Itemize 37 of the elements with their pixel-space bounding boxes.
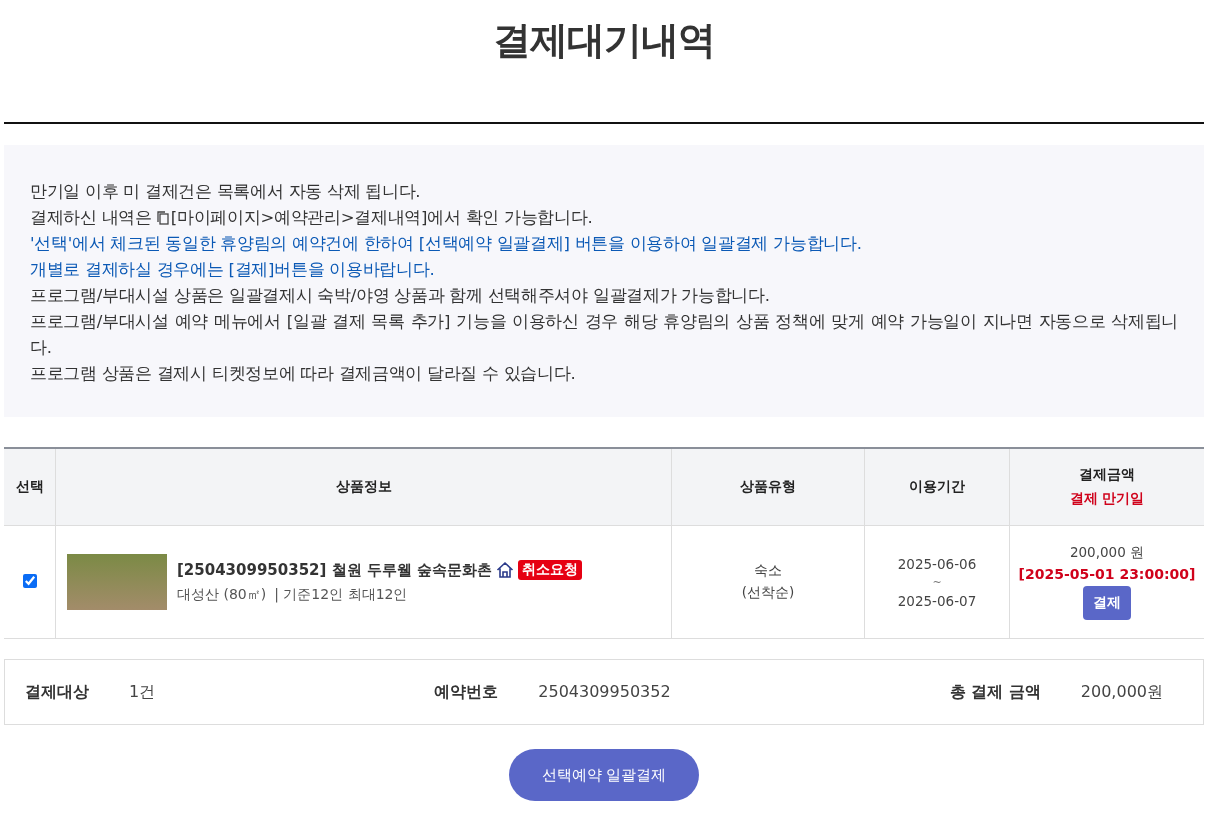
header-label: 결제금액 xyxy=(1078,466,1136,484)
summary-value: 1건 xyxy=(129,681,156,703)
column-header: 선택 xyxy=(4,448,56,526)
notice-text: 프로그램/부대시설 상품은 일괄결제시 숙박/야영 상품과 함께 선택해주셔야 일괄결제가 가능합니다. xyxy=(30,285,771,307)
pay-button[interactable]: 결제 xyxy=(1083,586,1131,620)
notice-text: '선택'에서 체크된 동일한 휴양림의 예약건에 한하여 [선택예약 일괄결제] 버튼을 이용하여 일괄결제 가능합니다. xyxy=(30,233,863,255)
summary-value: 200,000원 xyxy=(1080,681,1163,703)
type-note: (선착순) xyxy=(741,584,795,602)
copy-link[interactable]: [마이페이지>예약관리>결제내역] xyxy=(156,208,428,227)
batch-pay-button[interactable]: 선택예약 일괄결제 xyxy=(509,749,699,801)
amount-text: 200,000 원 xyxy=(1069,544,1145,562)
house-icon xyxy=(496,561,515,579)
notice-text: 프로그램 상품은 결제시 티켓정보에 따라 결제금액이 달라질 수 있습니다. xyxy=(30,363,577,385)
summary-label: 총 결제 금액 xyxy=(949,681,1041,703)
start-date: 2025-06-06 xyxy=(897,555,977,572)
product-title[interactable]: [2504309950352] 철원 두루웰 숲속문화촌 xyxy=(177,560,493,580)
deadline-text: [2025-05-01 23:00:00] xyxy=(1018,566,1196,582)
status-badge: 취소요청 xyxy=(518,560,583,580)
column-header: 상품유형 xyxy=(671,448,865,526)
product-detail: 대성산 (80㎡) xyxy=(177,586,267,604)
notice-text: 만기일 이후 미 결제건은 목록에서 자동 삭제 됩니다. xyxy=(30,181,422,203)
notice-text: 개별로 결제하실 경우에는 [결제]버튼을 이용바랍니다. xyxy=(30,259,436,281)
column-header: 상품정보 xyxy=(55,448,672,526)
range-separator: ~ xyxy=(932,575,942,589)
summary-label: 예약번호 xyxy=(434,681,499,703)
summary-label: 결제대상 xyxy=(25,681,89,703)
capacity-text: | 기준12인 최대12인 xyxy=(274,586,408,604)
row-checkbox[interactable] xyxy=(22,573,37,588)
column-header: 이용기간 xyxy=(864,448,1010,526)
type-text: 숙소 xyxy=(754,562,782,580)
notice-text: 결제하신 내역은 [마이페이지>예약관리>결제내역]에서 확인 가능합니다. xyxy=(30,207,594,229)
summary-value: 2504309950352 xyxy=(538,681,671,703)
end-date: 2025-06-07 xyxy=(897,592,977,609)
page-title: 결제대기내역 xyxy=(492,17,716,64)
header-sublabel: 결제 만기일 xyxy=(1068,490,1146,508)
notice-text: 프로그램/부대시설 예약 메뉴에서 [일괄 결제 목록 추가] 기능을 이용하신 경우 해당 휴양림의 상품 정책에 맞게 예약 가능일이 지나면 자동으로 삭제됩니다. xyxy=(30,311,1178,359)
copy-icon xyxy=(156,211,169,225)
